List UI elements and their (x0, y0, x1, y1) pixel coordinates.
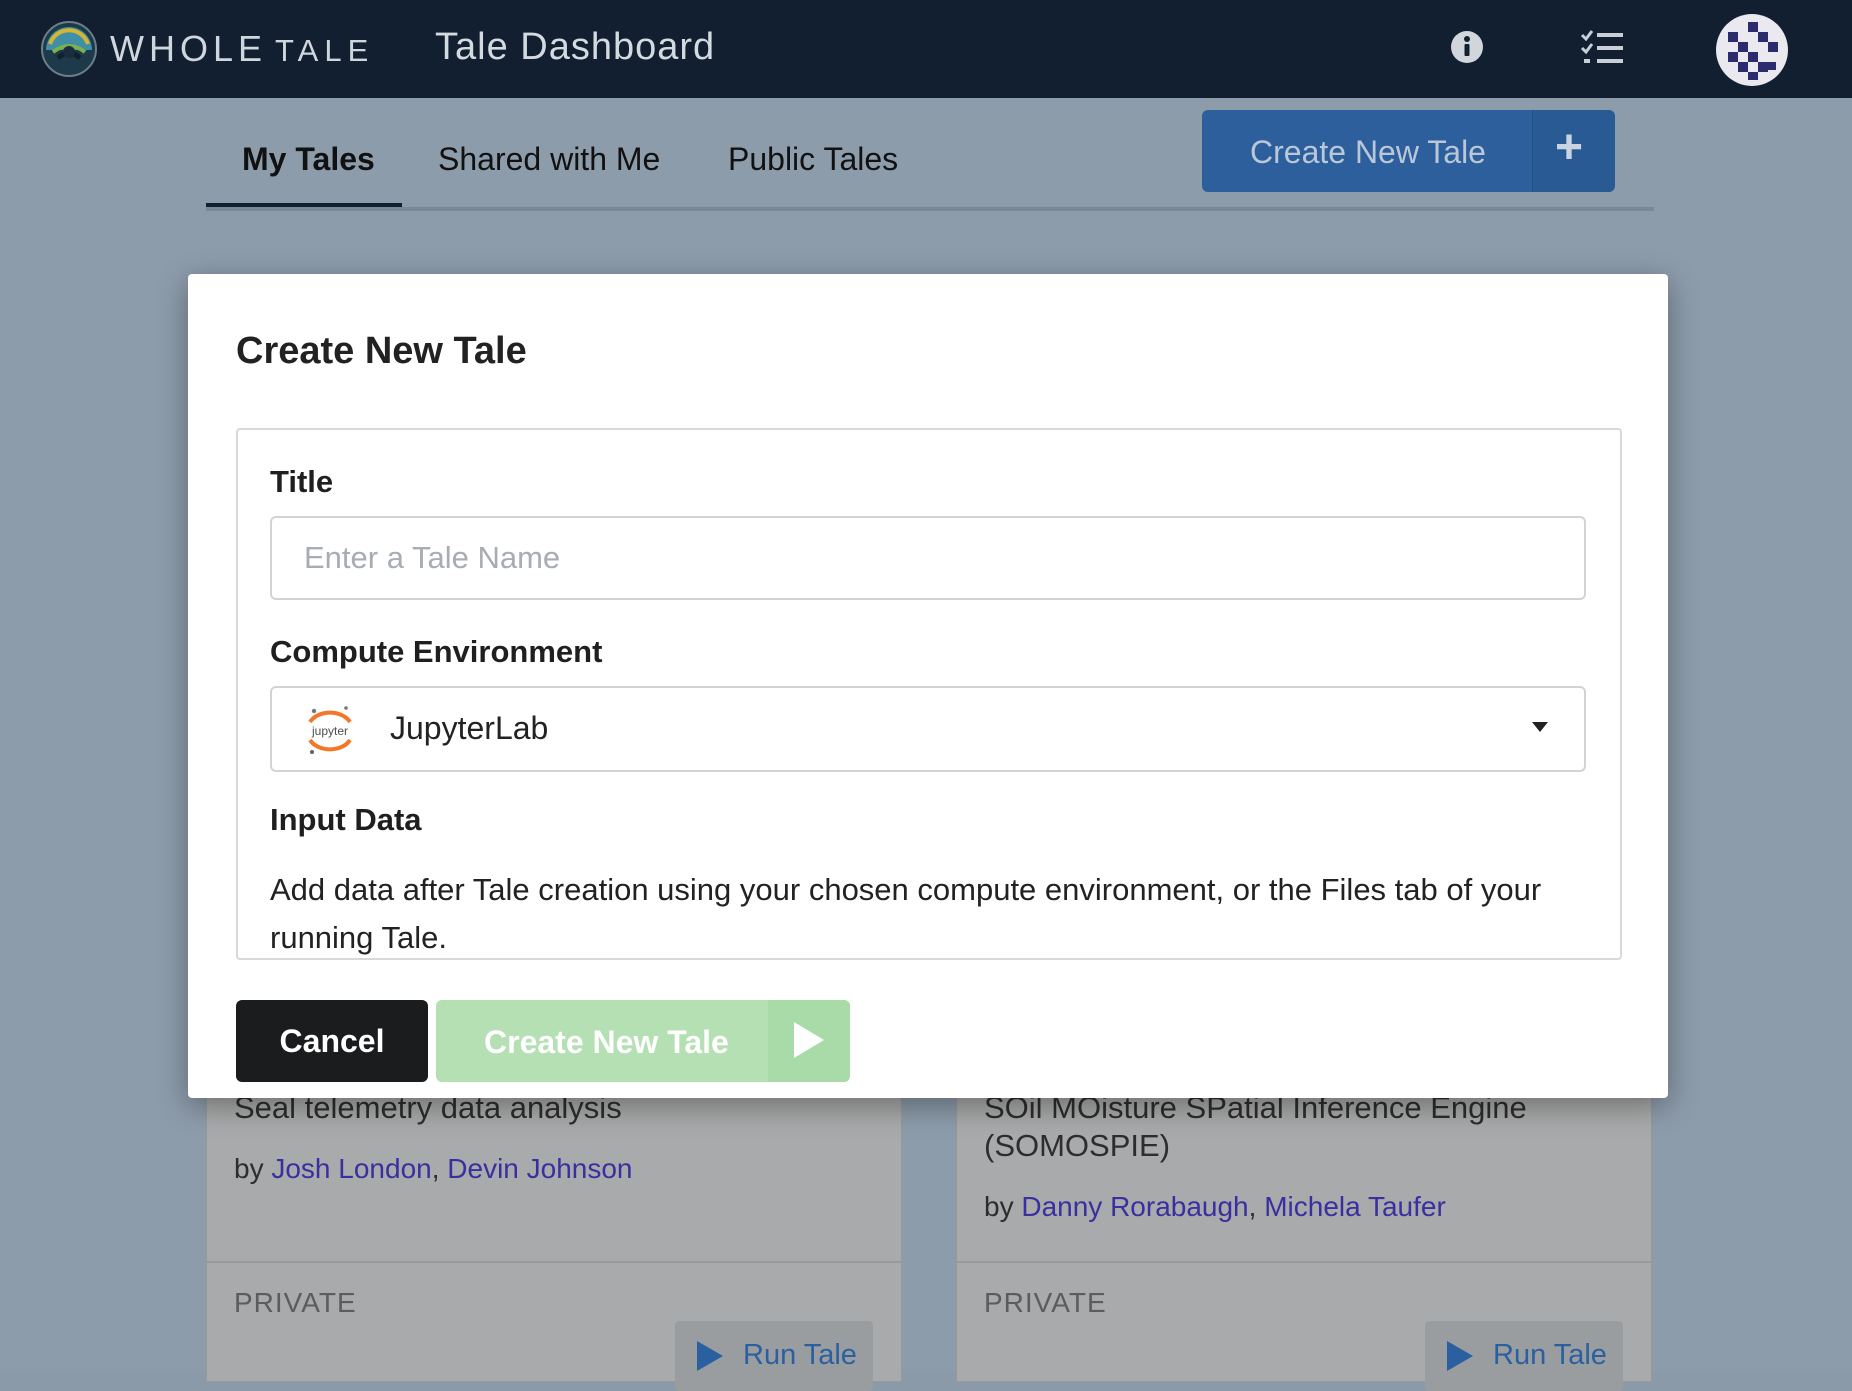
create-tale-form: Title Compute Environment jupyter Jupyte… (236, 428, 1622, 960)
modal-title: Create New Tale (236, 330, 527, 372)
jupyter-icon-text: jupyter (311, 724, 348, 738)
tale-card-title: SOil MOisture SPatial Inference Engine (… (984, 1090, 1527, 1163)
top-navbar: WHOLE TALE Tale Dashboard (0, 0, 1852, 98)
visibility-label: PRIVATE (234, 1287, 357, 1318)
tasks-list-icon[interactable] (1580, 28, 1624, 68)
page-title: Tale Dashboard (435, 26, 716, 68)
author-link[interactable]: Josh London (271, 1153, 431, 1184)
play-icon (1447, 1341, 1473, 1371)
play-icon (697, 1341, 723, 1371)
brand-tale: TALE (275, 33, 375, 68)
input-data-label: Input Data (270, 802, 422, 837)
input-data-description: Add data after Tale creation using your … (270, 872, 1542, 955)
title-label: Title (270, 464, 334, 499)
plus-icon: + (1555, 121, 1584, 174)
tale-card-authors: by Josh London, Devin Johnson (234, 1153, 633, 1184)
tab-shared-with-me[interactable]: Shared with Me (438, 141, 660, 178)
brand-whole: WHOLE (110, 28, 268, 69)
visibility-label: PRIVATE (984, 1287, 1107, 1318)
tale-card-authors: by Danny Rorabaugh, Michela Taufer (984, 1191, 1446, 1222)
play-icon-box (768, 1000, 850, 1082)
create-new-tale-submit-button[interactable]: Create New Tale (436, 1000, 850, 1082)
active-tab-indicator (206, 203, 402, 207)
author-link[interactable]: Devin Johnson (447, 1153, 632, 1184)
create-new-tale-submit-label: Create New Tale (484, 1024, 729, 1060)
tale-card[interactable]: SOil MOisture SPatial Inference Engine (… (956, 1090, 1652, 1391)
tale-title-input[interactable] (270, 516, 1586, 600)
compute-environment-dropdown[interactable]: jupyter JupyterLab (270, 686, 1586, 772)
create-new-tale-label: Create New Tale (1250, 134, 1486, 170)
create-new-tale-button[interactable]: Create New Tale + (1202, 110, 1615, 192)
tab-my-tales[interactable]: My Tales (242, 141, 375, 178)
by-label: by (234, 1153, 264, 1184)
run-tale-label: Run Tale (743, 1339, 857, 1371)
card-divider (957, 1261, 1651, 1263)
author-link[interactable]: Danny Rorabaugh (1021, 1191, 1248, 1222)
cancel-button[interactable]: Cancel (236, 1000, 428, 1082)
user-avatar[interactable] (1716, 14, 1788, 86)
selected-environment: JupyterLab (390, 710, 549, 746)
compute-environment-label: Compute Environment (270, 634, 603, 669)
card-divider (207, 1261, 901, 1263)
tale-card[interactable]: Seal telemetry data analysis by Josh Lon… (206, 1090, 902, 1391)
tab-public-tales[interactable]: Public Tales (728, 141, 898, 178)
whole-tale-logo[interactable] (40, 20, 98, 78)
play-icon (794, 1022, 824, 1058)
run-tale-label: Run Tale (1493, 1339, 1607, 1371)
info-icon[interactable] (1448, 28, 1486, 66)
by-label: by (984, 1191, 1014, 1222)
run-tale-button[interactable]: Run Tale (675, 1321, 873, 1391)
chevron-down-icon (1532, 722, 1548, 732)
jupyter-icon: jupyter (308, 706, 352, 754)
plus-icon-box: + (1532, 110, 1615, 192)
run-tale-button[interactable]: Run Tale (1425, 1321, 1623, 1391)
brand-name: WHOLE TALE (110, 28, 374, 70)
create-tale-modal: Create New Tale Title Compute Environmen… (188, 274, 1668, 1098)
author-link[interactable]: Michela Taufer (1264, 1191, 1446, 1222)
